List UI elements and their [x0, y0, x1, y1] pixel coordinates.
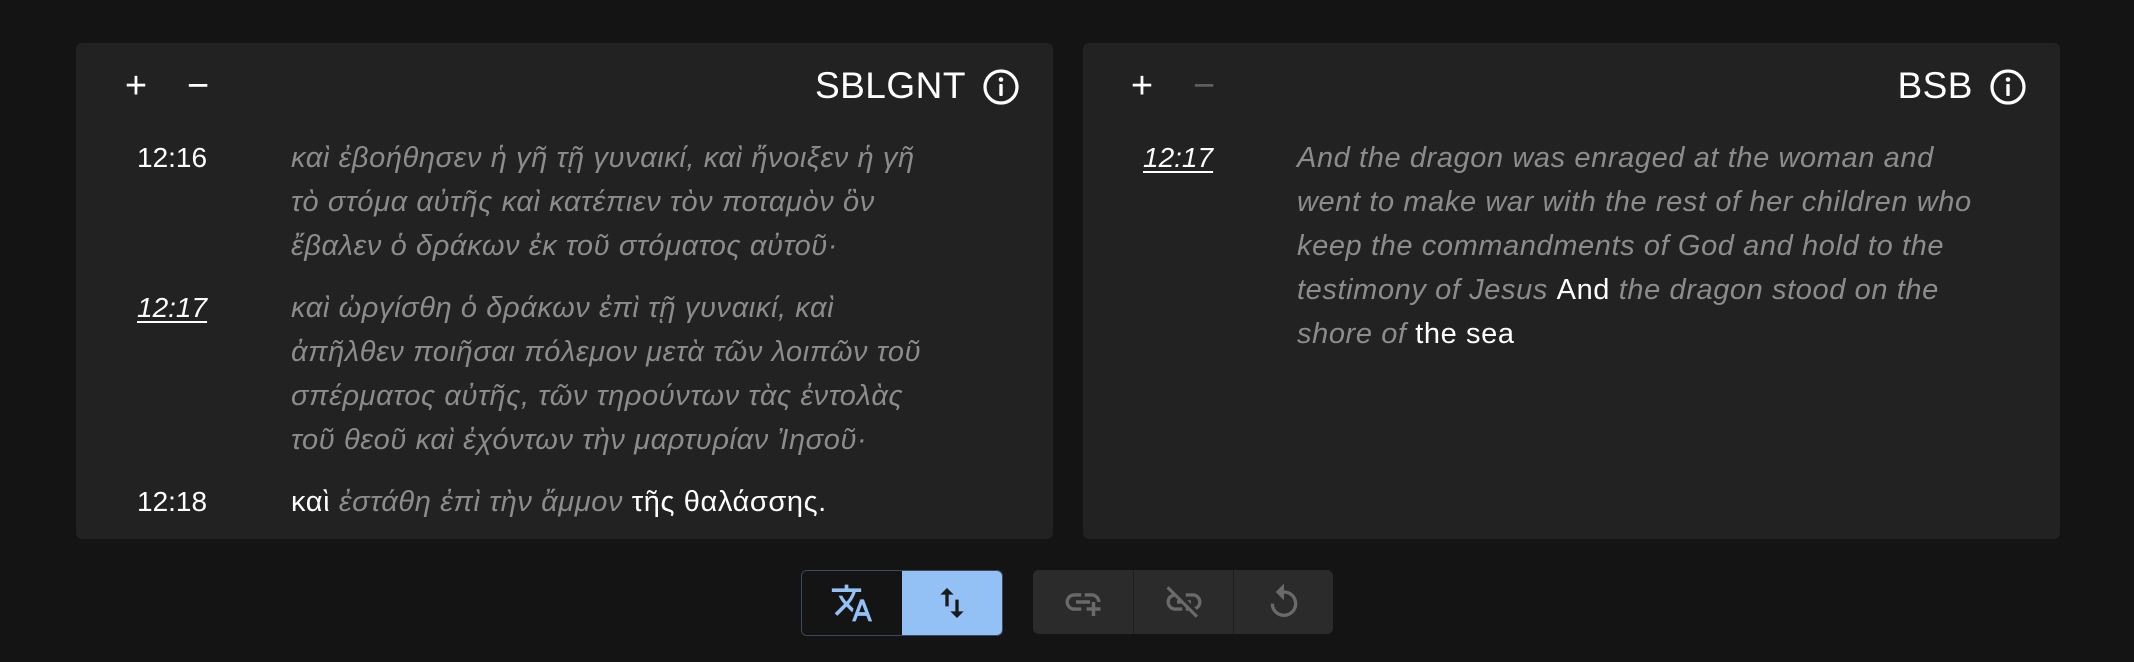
verse-line: went to make war with the rest of her ch…: [1297, 186, 1972, 218]
verse-line: τοῦ θεοῦ καὶ ἐχόντων τὴν μαρτυρίαν Ἰησοῦ…: [291, 424, 868, 456]
info-circle-icon[interactable]: [1989, 68, 2027, 106]
unaligned-words[interactable]: shore of: [1297, 318, 1407, 350]
link-action-group: [1033, 570, 1333, 634]
zoom-in-button[interactable]: +: [116, 66, 156, 106]
verse-ref-active[interactable]: 12:17: [1143, 136, 1213, 180]
verse-line: testimony of Jesus And the dragon stood …: [1297, 268, 1939, 312]
verse-line: ἔβαλεν ὁ δράκων ἐκ τοῦ στόματος αὐτοῦ·: [291, 230, 839, 262]
verse-line: καὶ ὠργίσθη ὁ δράκων ἐπὶ τῇ γυναικί, καὶ: [291, 292, 835, 324]
verse-ref[interactable]: 12:18: [137, 480, 207, 524]
reset-button[interactable]: [1233, 570, 1333, 634]
verse-line: keep the commandments of God and hold to…: [1297, 230, 1945, 262]
link-off-icon: [1166, 586, 1201, 618]
swap-order-button[interactable]: [902, 571, 1002, 635]
unlink-button[interactable]: [1133, 570, 1233, 634]
panel-title: SBLGNT: [814, 65, 966, 106]
refresh-icon: [1270, 583, 1297, 617]
aligned-word[interactable]: And: [1557, 274, 1610, 306]
verse-ref-active[interactable]: 12:17: [137, 286, 207, 330]
add-link-button[interactable]: [1033, 570, 1133, 634]
verse-line: τὸ στόμα αὐτῆς καὶ κατέπιεν τὸν ποταμὸν …: [291, 186, 875, 218]
zoom-out-button[interactable]: −: [1184, 66, 1224, 106]
verse-line: ἀπῆλθεν ποιῆσαι πόλεμον μετὰ τῶν λοιπῶν …: [291, 336, 922, 368]
swap-vertical-icon: [940, 588, 964, 618]
aligned-word[interactable]: καὶ: [291, 486, 330, 518]
verse-line: And the dragon was enraged at the woman …: [1297, 142, 1934, 174]
link-add-icon: [1065, 593, 1101, 616]
translate-icon: [831, 584, 873, 622]
panel-title: BSB: [1897, 65, 1973, 106]
unaligned-words[interactable]: ἐστάθη ἐπὶ τὴν ἄμμον: [339, 486, 623, 518]
unaligned-words[interactable]: testimony of Jesus: [1297, 274, 1548, 306]
verse-line: σπέρματος αὐτῆς, τῶν τηρούντων τὰς ἐντολ…: [291, 380, 904, 412]
aligned-word[interactable]: τῆς θαλάσσης.: [632, 486, 827, 518]
translate-toggle-button[interactable]: [802, 571, 902, 635]
verse-line: shore of the sea: [1297, 312, 1515, 356]
zoom-in-button[interactable]: +: [1122, 66, 1162, 106]
zoom-out-button[interactable]: −: [178, 66, 218, 106]
view-toggle-group: [801, 570, 1003, 636]
verse-ref[interactable]: 12:16: [137, 136, 207, 180]
unaligned-words[interactable]: the dragon stood on the: [1619, 274, 1939, 306]
verse-line: καὶ ἐστάθη ἐπὶ τὴν ἄμμον τῆς θαλάσσης.: [291, 480, 827, 524]
info-circle-icon[interactable]: [982, 68, 1020, 106]
verse-line: καὶ ἐβοήθησεν ἡ γῆ τῇ γυναικί, καὶ ἤνοιξ…: [291, 142, 915, 174]
aligned-word[interactable]: the sea: [1415, 318, 1514, 350]
